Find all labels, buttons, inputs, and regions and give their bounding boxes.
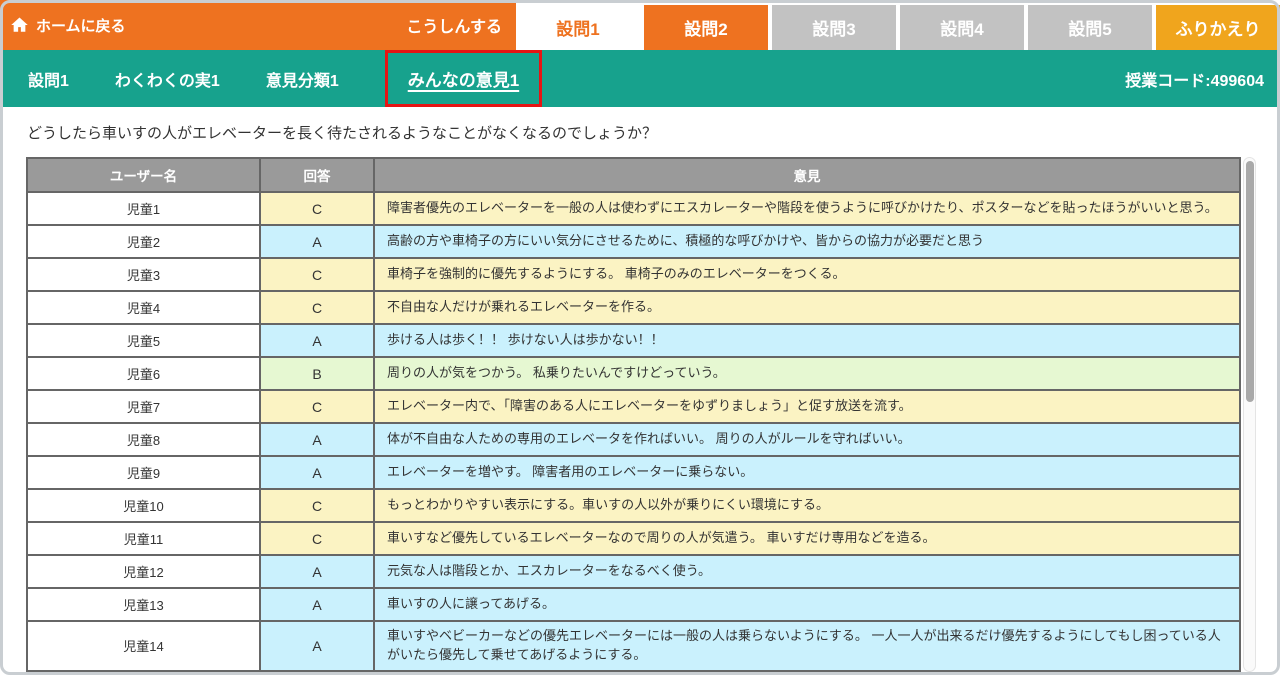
table-row: 児童14A車いすやベビーカーなどの優先エレベーターには一般の人は乗らないようにす…: [27, 621, 1240, 671]
table-row: 児童7Cエレベーター内で、「障害のある人にエレベーターをゆずりましょう」と促す放…: [27, 390, 1240, 423]
cell-username: 児童9: [27, 456, 260, 489]
nav-item-4[interactable]: みんなの意見1: [408, 66, 519, 91]
cell-answer: A: [260, 423, 374, 456]
cell-opinion: エレベーターを増やす。 障害者用のエレベーターに乗らない。: [374, 456, 1240, 489]
cell-opinion: もっとわかりやすい表示にする。車いすの人以外が乗りにくい環境にする。: [374, 489, 1240, 522]
cell-username: 児童14: [27, 621, 260, 671]
home-label: ホームに戻る: [36, 15, 126, 36]
opinions-table-wrap: ユーザー名 回答 意見 児童1C障害者優先のエレベーターを一般の人は使わずにエス…: [26, 157, 1241, 672]
cell-answer: A: [260, 621, 374, 671]
cell-opinion: 車いすなど優先しているエレベーターなので周りの人が気遣う。 車いすだけ専用などを…: [374, 522, 1240, 555]
header-opinion: 意見: [374, 158, 1240, 192]
table-row: 児童10Cもっとわかりやすい表示にする。車いすの人以外が乗りにくい環境にする。: [27, 489, 1240, 522]
vertical-scrollbar[interactable]: [1243, 157, 1256, 672]
sub-nav-bar: 設問1 わくわくの実1 意見分類1 みんなの意見1 授業コード:499604: [0, 50, 1280, 107]
nav-item-2[interactable]: わくわくの実1: [115, 67, 220, 91]
table-row: 児童3C車椅子を強制的に優先するようにする。 車椅子のみのエレベーターをつくる。: [27, 258, 1240, 291]
tab-1[interactable]: 設問1: [516, 5, 640, 50]
table-row: 児童4C不自由な人だけが乗れるエレベーターを作る。: [27, 291, 1240, 324]
header-username: ユーザー名: [27, 158, 260, 192]
table-row: 児童9Aエレベーターを増やす。 障害者用のエレベーターに乗らない。: [27, 456, 1240, 489]
tab-2[interactable]: 設問2: [644, 5, 768, 50]
question-text: どうしたら車いすの人がエレベーターを長く待たされるようなことがなくなるのでしょう…: [27, 122, 1280, 143]
annotation-highlight-box: みんなの意見1: [385, 50, 542, 107]
home-button[interactable]: ホームに戻る: [10, 15, 126, 36]
cell-username: 児童13: [27, 588, 260, 621]
cell-answer: A: [260, 456, 374, 489]
table-header-row: ユーザー名 回答 意見: [27, 158, 1240, 192]
table-row: 児童8A体が不自由な人ための専用のエレベータを作ればいい。 周りの人がルールを守…: [27, 423, 1240, 456]
cell-opinion: 車椅子を強制的に優先するようにする。 車椅子のみのエレベーターをつくる。: [374, 258, 1240, 291]
nav-item-3[interactable]: 意見分類1: [266, 67, 339, 91]
cell-answer: C: [260, 489, 374, 522]
cell-opinion: 車いすやベビーカーなどの優先エレベーターには一般の人は乗らないようにする。 一人…: [374, 621, 1240, 671]
tab-3[interactable]: 設問3: [772, 5, 896, 50]
sub-nav-items: 設問1 わくわくの実1 意見分類1 みんなの意見1: [28, 50, 542, 107]
cell-answer: A: [260, 588, 374, 621]
tab-5[interactable]: 設問5: [1028, 5, 1152, 50]
table-row: 児童6B周りの人が気をつかう。 私乗りたいんですけどっていう。: [27, 357, 1240, 390]
cell-opinion: 高齢の方や車椅子の方にいい気分にさせるために、積極的な呼びかけや、皆からの協力が…: [374, 225, 1240, 258]
cell-answer: A: [260, 225, 374, 258]
cell-opinion: 体が不自由な人ための専用のエレベータを作ればいい。 周りの人がルールを守ればいい…: [374, 423, 1240, 456]
cell-answer: A: [260, 324, 374, 357]
top-bar: ホームに戻る こうしんする 設問1設問2設問3設問4設問5ふりかえり: [0, 0, 1280, 50]
tab-4[interactable]: 設問4: [900, 5, 1024, 50]
cell-opinion: 元気な人は階段とか、エスカレーターをなるべく使う。: [374, 555, 1240, 588]
home-icon: [10, 16, 29, 34]
cell-username: 児童2: [27, 225, 260, 258]
opinions-table: ユーザー名 回答 意見 児童1C障害者優先のエレベーターを一般の人は使わずにエス…: [26, 157, 1241, 672]
nav-item-1[interactable]: 設問1: [28, 67, 69, 91]
cell-username: 児童8: [27, 423, 260, 456]
cell-opinion: 周りの人が気をつかう。 私乗りたいんですけどっていう。: [374, 357, 1240, 390]
cell-answer: C: [260, 291, 374, 324]
cell-username: 児童1: [27, 192, 260, 225]
cell-answer: A: [260, 555, 374, 588]
update-button[interactable]: こうしんする: [406, 13, 502, 37]
cell-username: 児童11: [27, 522, 260, 555]
cell-opinion: 歩ける人は歩く！！ 歩けない人は歩かない！！: [374, 324, 1240, 357]
cell-username: 児童10: [27, 489, 260, 522]
table-row: 児童11C車いすなど優先しているエレベーターなので周りの人が気遣う。 車いすだけ…: [27, 522, 1240, 555]
header-answer: 回答: [260, 158, 374, 192]
top-bar-left: ホームに戻る こうしんする: [0, 0, 516, 50]
cell-username: 児童3: [27, 258, 260, 291]
cell-opinion: 車いすの人に譲ってあげる。: [374, 588, 1240, 621]
class-code-label: 授業コード:499604: [1125, 67, 1264, 91]
cell-username: 児童6: [27, 357, 260, 390]
question-tabs: 設問1設問2設問3設問4設問5ふりかえり: [516, 0, 1280, 50]
cell-opinion: エレベーター内で、「障害のある人にエレベーターをゆずりましょう」と促す放送を流す…: [374, 390, 1240, 423]
cell-username: 児童12: [27, 555, 260, 588]
cell-answer: C: [260, 522, 374, 555]
cell-username: 児童5: [27, 324, 260, 357]
cell-opinion: 障害者優先のエレベーターを一般の人は使わずにエスカレーターや階段を使うように呼び…: [374, 192, 1240, 225]
table-row: 児童13A車いすの人に譲ってあげる。: [27, 588, 1240, 621]
table-row: 児童12A元気な人は階段とか、エスカレーターをなるべく使う。: [27, 555, 1240, 588]
cell-answer: C: [260, 390, 374, 423]
cell-answer: C: [260, 258, 374, 291]
cell-answer: C: [260, 192, 374, 225]
scrollbar-thumb[interactable]: [1246, 161, 1254, 402]
cell-username: 児童7: [27, 390, 260, 423]
table-row: 児童5A歩ける人は歩く！！ 歩けない人は歩かない！！: [27, 324, 1240, 357]
table-row: 児童1C障害者優先のエレベーターを一般の人は使わずにエスカレーターや階段を使うよ…: [27, 192, 1240, 225]
cell-opinion: 不自由な人だけが乗れるエレベーターを作る。: [374, 291, 1240, 324]
tab-6[interactable]: ふりかえり: [1156, 5, 1280, 50]
cell-username: 児童4: [27, 291, 260, 324]
table-row: 児童2A高齢の方や車椅子の方にいい気分にさせるために、積極的な呼びかけや、皆から…: [27, 225, 1240, 258]
cell-answer: B: [260, 357, 374, 390]
